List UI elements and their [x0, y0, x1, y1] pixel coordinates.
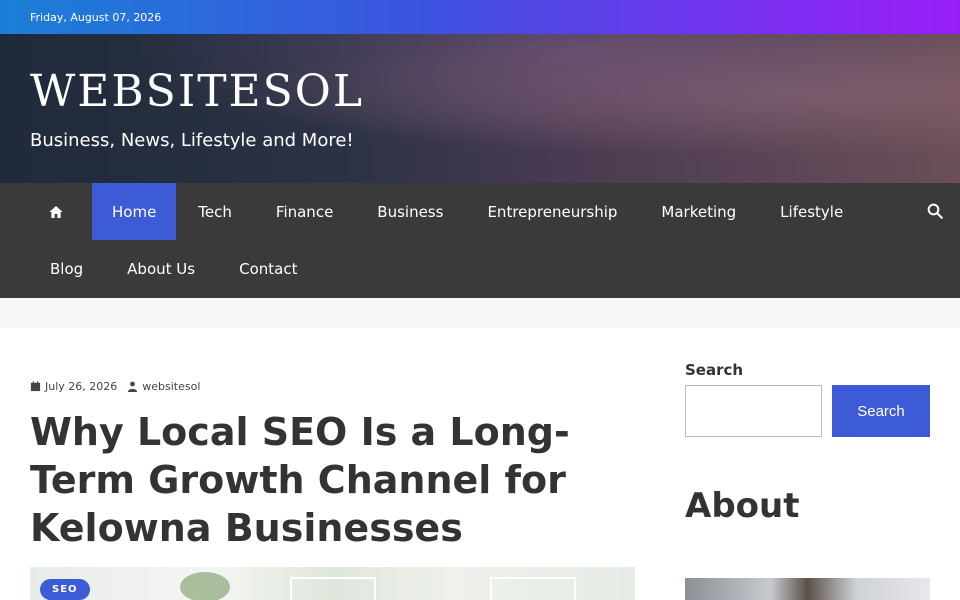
post-author-text: websitesol	[142, 380, 201, 393]
sidebar-about-image	[685, 578, 930, 600]
content-top-spacer	[0, 298, 960, 328]
site-title[interactable]: WEBSITESOL	[30, 66, 364, 117]
post-author[interactable]: websitesol	[127, 380, 200, 393]
current-date: Friday, August 07, 2026	[30, 10, 162, 24]
nav-search-button[interactable]	[926, 202, 946, 222]
envelope-shape	[490, 577, 576, 600]
plant-shape	[180, 572, 230, 600]
sidebar-search-input[interactable]	[685, 385, 822, 437]
nav-item-marketing[interactable]: Marketing	[639, 183, 758, 240]
nav-item-business[interactable]: Business	[355, 183, 465, 240]
nav-item-about-us[interactable]: About Us	[105, 240, 217, 298]
category-badge[interactable]: SEO	[40, 579, 90, 600]
home-icon	[49, 205, 63, 218]
nav-item-contact[interactable]: Contact	[217, 240, 319, 298]
nav-item-lifestyle[interactable]: Lifestyle	[758, 183, 865, 240]
post-date-text: July 26, 2026	[45, 380, 118, 393]
site-tagline: Business, News, Lifestyle and More!	[30, 130, 354, 151]
nav-item-entrepreneurship[interactable]: Entrepreneurship	[465, 183, 639, 240]
sidebar-search-button[interactable]: Search	[832, 385, 930, 437]
nav-item-blog[interactable]: Blog	[0, 240, 105, 298]
post-date[interactable]: July 26, 2026	[30, 380, 117, 393]
site-header: WEBSITESOL Business, News, Lifestyle and…	[0, 34, 960, 183]
nav-item-tech[interactable]: Tech	[176, 183, 254, 240]
nav-home-link[interactable]	[0, 183, 64, 240]
calendar-icon	[30, 381, 41, 392]
main-content: July 26, 2026 websitesol Why Local SEO I…	[0, 328, 960, 600]
sidebar: Search Search About	[685, 328, 930, 600]
main-navigation: Home Tech Finance Business Entrepreneurs…	[0, 183, 960, 298]
top-bar: Friday, August 07, 2026	[0, 0, 960, 34]
nav-item-home[interactable]: Home	[92, 183, 177, 240]
post-featured-image[interactable]	[30, 567, 635, 600]
post-meta: July 26, 2026 websitesol	[30, 380, 200, 393]
user-icon	[128, 381, 138, 392]
nav-item-finance[interactable]: Finance	[254, 183, 355, 240]
nav-row-secondary: Blog About Us Contact	[0, 240, 960, 298]
sidebar-about-heading: About	[685, 486, 800, 526]
nav-row-primary: Home Tech Finance Business Entrepreneurs…	[0, 183, 960, 240]
sidebar-search-label: Search	[685, 361, 744, 379]
post-title[interactable]: Why Local SEO Is a Long-Term Growth Chan…	[30, 408, 640, 552]
envelope-shape	[290, 577, 376, 600]
search-icon	[927, 203, 943, 219]
